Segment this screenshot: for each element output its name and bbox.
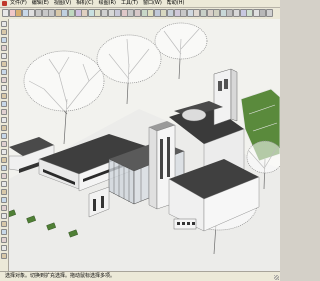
- tree-left: [23, 50, 105, 145]
- text-tool-icon[interactable]: [1, 173, 7, 179]
- eraser-tool-icon[interactable]: [1, 45, 7, 51]
- select-tool-icon[interactable]: [1, 21, 7, 27]
- tape-measure-tool-icon[interactable]: [1, 149, 7, 155]
- paint-tool-icon[interactable]: [1, 37, 7, 43]
- menu-bar: 文件(F) 编辑(E) 视图(V) 相机(C) 绘图(R) 工具(T) 窗口(W) 帮助(H): [0, 0, 280, 8]
- walk-tool-icon[interactable]: [1, 237, 7, 243]
- menu-item-4[interactable]: 绘图(R): [98, 1, 117, 6]
- right-view-tool-icon[interactable]: [200, 9, 207, 17]
- scale-tool-icon[interactable]: [1, 133, 7, 139]
- orbit-tool-icon[interactable]: [1, 197, 7, 203]
- freehand-tool-icon[interactable]: [1, 93, 7, 99]
- select-tool-icon[interactable]: [2, 9, 9, 17]
- look-around-tool-icon[interactable]: [1, 245, 7, 251]
- section-plane-tool-icon[interactable]: [1, 253, 7, 259]
- tree-top-right: [154, 22, 208, 80]
- line-tool-icon[interactable]: [1, 61, 7, 67]
- menu-item-0[interactable]: 文件(F): [9, 1, 28, 6]
- rectangle-tool-icon[interactable]: [1, 53, 7, 59]
- offset-tool-icon[interactable]: [1, 141, 7, 147]
- zoom-tool-icon[interactable]: [1, 213, 7, 219]
- 3d-text-tool-icon[interactable]: [134, 9, 141, 17]
- move-tool-icon[interactable]: [1, 101, 7, 107]
- model-viewport[interactable]: [9, 19, 280, 271]
- fog-tool-icon[interactable]: [266, 9, 273, 17]
- follow-me-tool-icon[interactable]: [68, 9, 75, 17]
- menu-item-2[interactable]: 视图(V): [53, 1, 72, 6]
- menu-item-6[interactable]: 窗口(W): [142, 1, 163, 6]
- tree-top: [96, 34, 162, 105]
- arc-tool-icon[interactable]: [1, 77, 7, 83]
- left-toolbar: [0, 19, 9, 271]
- circle-tool-icon[interactable]: [1, 69, 7, 75]
- hidden-line-tool-icon[interactable]: [233, 9, 240, 17]
- resize-grip[interactable]: [274, 275, 279, 280]
- pan-tool-icon[interactable]: [1, 205, 7, 211]
- circle-tool-icon[interactable]: [35, 9, 42, 17]
- zoom-extents-tool-icon[interactable]: [167, 9, 174, 17]
- polygon-tool-icon[interactable]: [1, 85, 7, 91]
- model-scene[interactable]: [9, 19, 280, 271]
- menu-item-7[interactable]: 帮助(H): [166, 1, 186, 6]
- dimension-tool-icon[interactable]: [1, 157, 7, 163]
- position-camera-tool-icon[interactable]: [1, 229, 7, 235]
- axes-tool-icon[interactable]: [1, 181, 7, 187]
- rotate-tool-icon[interactable]: [1, 117, 7, 123]
- status-message: 选择对象。切换到扩充选择。拖动鼠标选择多项。: [5, 273, 116, 279]
- push-pull-tool-icon[interactable]: [1, 109, 7, 115]
- menu-items: 文件(F) 编辑(E) 视图(V) 相机(C) 绘图(R) 工具(T) 窗口(W) 帮助(H): [9, 1, 185, 6]
- 3d-text-tool-icon[interactable]: [1, 189, 7, 195]
- component-tool-icon[interactable]: [1, 29, 7, 35]
- menu-item-5[interactable]: 工具(T): [120, 1, 139, 6]
- sketchup-app-icon: [2, 1, 7, 6]
- menu-item-1[interactable]: 编辑(E): [31, 1, 50, 6]
- tape-measure-tool-icon[interactable]: [101, 9, 108, 17]
- menu-item-3[interactable]: 相机(C): [75, 1, 94, 6]
- zoom-extents-tool-icon[interactable]: [1, 221, 7, 227]
- follow-me-tool-icon[interactable]: [1, 125, 7, 131]
- protractor-tool-icon[interactable]: [1, 165, 7, 171]
